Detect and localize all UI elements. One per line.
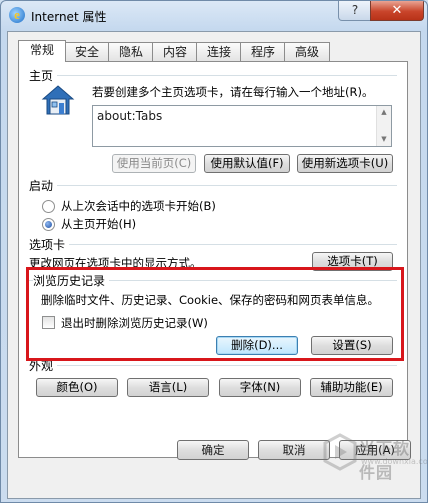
scroll-down-icon[interactable]: ▼ — [377, 133, 391, 146]
use-default-button[interactable]: 使用默认值(F) — [204, 154, 290, 173]
apply-button[interactable]: 应用(A) — [339, 440, 411, 460]
help-button[interactable]: ? — [338, 1, 372, 21]
tab-connections[interactable]: 连接 — [196, 42, 242, 61]
internet-explorer-icon: e — [9, 7, 25, 23]
tab-content[interactable]: 内容 — [152, 42, 198, 61]
dialog-body: 常规 安全 隐私 内容 连接 程序 高级 主页 若要创建多个主页选项卡，请在每行… — [7, 31, 421, 499]
languages-button[interactable]: 语言(L) — [127, 378, 209, 397]
use-current-button[interactable]: 使用当前页(C) — [112, 154, 196, 173]
title-bar[interactable]: e Internet 属性 ? ✕ — [1, 1, 427, 31]
startup-homepage-radio[interactable] — [42, 218, 55, 231]
homepage-address-input[interactable]: about:Tabs ▲ ▼ — [92, 105, 392, 147]
use-new-tab-button[interactable]: 使用新选项卡(U) — [297, 154, 393, 173]
tabs-group-title: 选项卡 — [29, 236, 70, 253]
tab-advanced[interactable]: 高级 — [284, 42, 330, 61]
internet-options-window: e Internet 属性 ? ✕ 常规 安全 隐私 内容 连接 程序 高级 主… — [0, 0, 428, 503]
divider — [29, 75, 397, 76]
tab-general[interactable]: 常规 — [18, 40, 66, 62]
colors-button[interactable]: 颜色(O) — [36, 378, 118, 397]
cancel-button[interactable]: 取消 — [258, 440, 330, 460]
tab-programs[interactable]: 程序 — [240, 42, 286, 61]
window-title: Internet 属性 — [31, 10, 107, 24]
general-tab-page: 主页 若要创建多个主页选项卡，请在每行输入一个地址(R)。 about:Tabs… — [18, 61, 408, 458]
divider — [29, 185, 397, 186]
accessibility-button[interactable]: 辅助功能(E) — [310, 378, 393, 397]
homepage-address-value[interactable]: about:Tabs — [97, 109, 162, 123]
divider — [29, 244, 397, 245]
startup-last-session-radio[interactable] — [42, 200, 55, 213]
homepage-group-title: 主页 — [29, 67, 58, 84]
fonts-button[interactable]: 字体(N) — [219, 378, 301, 397]
browsing-history-highlight-box — [26, 267, 404, 361]
startup-homepage-label[interactable]: 从主页开始(H) — [61, 216, 136, 232]
tab-security[interactable]: 安全 — [64, 42, 110, 61]
ok-button[interactable]: 确定 — [177, 440, 249, 460]
divider — [29, 365, 397, 366]
startup-last-session-label[interactable]: 从上次会话中的选项卡开始(B) — [61, 198, 216, 214]
tab-privacy[interactable]: 隐私 — [108, 42, 154, 61]
homepage-instruction: 若要创建多个主页选项卡，请在每行输入一个地址(R)。 — [92, 85, 374, 99]
homepage-scrollbar[interactable]: ▲ ▼ — [376, 106, 391, 146]
scroll-up-icon[interactable]: ▲ — [377, 106, 391, 119]
startup-group-title: 启动 — [29, 177, 58, 194]
house-icon — [41, 85, 75, 115]
close-button[interactable]: ✕ — [370, 1, 424, 21]
